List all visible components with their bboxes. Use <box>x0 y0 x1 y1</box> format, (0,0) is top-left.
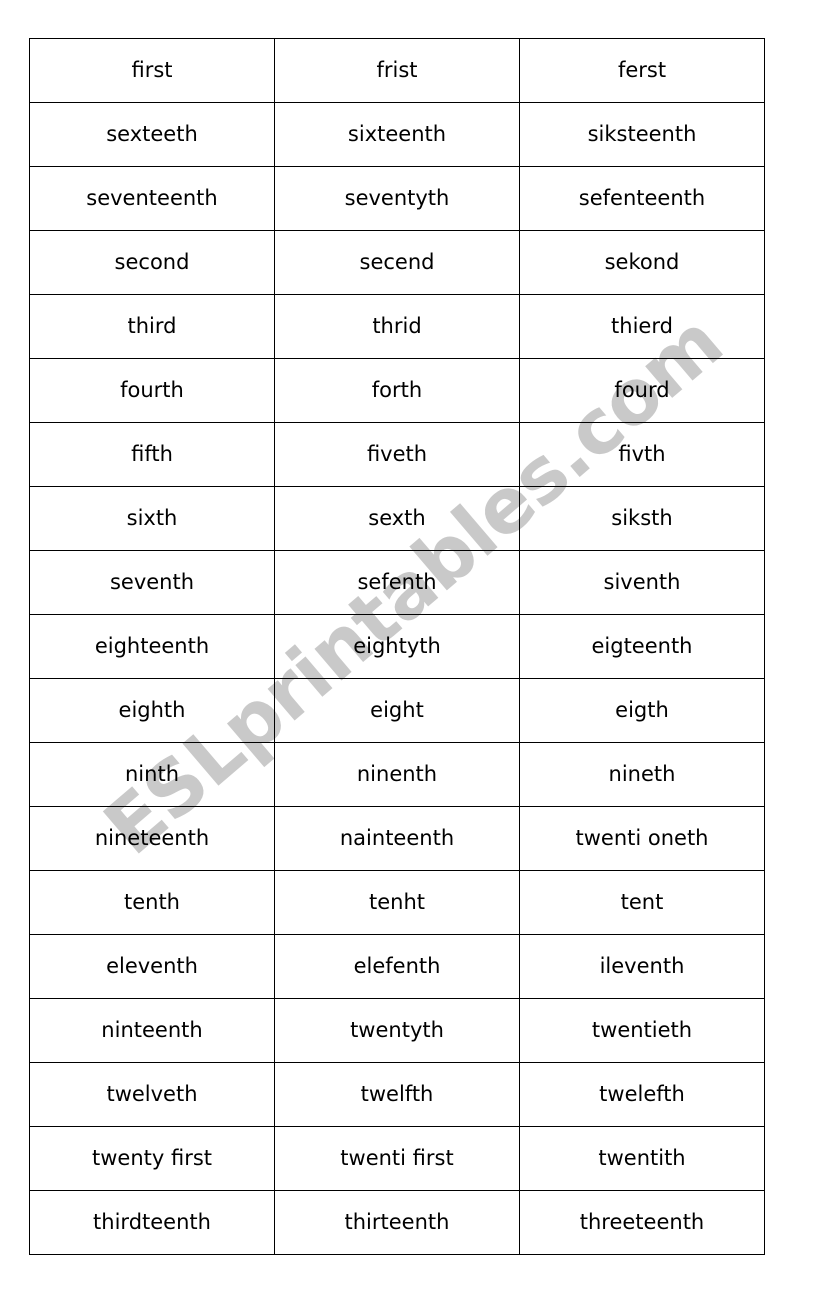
word-cell[interactable]: eleventh <box>29 934 275 999</box>
table-row: seventeenth seventyth sefenteenth <box>29 166 765 231</box>
word-cell[interactable]: tenht <box>274 870 520 935</box>
word-cell[interactable]: twenti first <box>274 1126 520 1191</box>
table-row: twelveth twelfth twelefth <box>29 1062 765 1127</box>
ordinal-words-table-wrapper: first frist ferst sexteeth sixteenth sik… <box>29 38 765 1255</box>
word-cell[interactable]: nainteenth <box>274 806 520 871</box>
word-cell[interactable]: twelveth <box>29 1062 275 1127</box>
word-cell[interactable]: twentith <box>519 1126 765 1191</box>
table-row: fifth fiveth fivth <box>29 422 765 487</box>
word-cell[interactable]: ninth <box>29 742 275 807</box>
table-row: twenty first twenti first twentith <box>29 1126 765 1191</box>
word-cell[interactable]: eight <box>274 678 520 743</box>
word-cell[interactable]: eigth <box>519 678 765 743</box>
word-cell[interactable]: secend <box>274 230 520 295</box>
word-cell[interactable]: thirdteenth <box>29 1190 275 1255</box>
word-cell[interactable]: twelefth <box>519 1062 765 1127</box>
word-cell[interactable]: eighth <box>29 678 275 743</box>
table-body: first frist ferst sexteeth sixteenth sik… <box>29 38 765 1255</box>
word-cell[interactable]: siksteenth <box>519 102 765 167</box>
table-row: ninteenth twentyth twentieth <box>29 998 765 1063</box>
word-cell[interactable]: seventyth <box>274 166 520 231</box>
word-cell[interactable]: sixth <box>29 486 275 551</box>
table-row: tenth tenht tent <box>29 870 765 935</box>
word-cell[interactable]: fivth <box>519 422 765 487</box>
word-cell[interactable]: thrid <box>274 294 520 359</box>
word-cell[interactable]: fourth <box>29 358 275 423</box>
word-cell[interactable]: thierd <box>519 294 765 359</box>
table-row: eighteenth eightyth eigteenth <box>29 614 765 679</box>
table-row: sexteeth sixteenth siksteenth <box>29 102 765 167</box>
table-row: nineteenth nainteenth twenti oneth <box>29 806 765 871</box>
word-cell[interactable]: sefenth <box>274 550 520 615</box>
word-cell[interactable]: sexth <box>274 486 520 551</box>
word-cell[interactable]: twenty first <box>29 1126 275 1191</box>
table-row: third thrid thierd <box>29 294 765 359</box>
word-cell[interactable]: eighteenth <box>29 614 275 679</box>
word-cell[interactable]: twelfth <box>274 1062 520 1127</box>
word-cell[interactable]: twentyth <box>274 998 520 1063</box>
word-cell[interactable]: ileventh <box>519 934 765 999</box>
word-cell[interactable]: third <box>29 294 275 359</box>
table-row: sixth sexth siksth <box>29 486 765 551</box>
word-cell[interactable]: siksth <box>519 486 765 551</box>
table-row: eighth eight eigth <box>29 678 765 743</box>
word-cell[interactable]: thirteenth <box>274 1190 520 1255</box>
worksheet-page: ESLprintables.com first frist ferst sext… <box>0 0 826 1299</box>
word-cell[interactable]: fourd <box>519 358 765 423</box>
word-cell[interactable]: nineteenth <box>29 806 275 871</box>
table-row: thirdteenth thirteenth threeteenth <box>29 1190 765 1255</box>
word-cell[interactable]: sekond <box>519 230 765 295</box>
word-cell[interactable]: nineth <box>519 742 765 807</box>
word-cell[interactable]: tenth <box>29 870 275 935</box>
word-cell[interactable]: ninenth <box>274 742 520 807</box>
word-cell[interactable]: sefenteenth <box>519 166 765 231</box>
word-cell[interactable]: sexteeth <box>29 102 275 167</box>
word-cell[interactable]: fifth <box>29 422 275 487</box>
word-cell[interactable]: seventh <box>29 550 275 615</box>
table-row: eleventh elefenth ileventh <box>29 934 765 999</box>
word-cell[interactable]: eightyth <box>274 614 520 679</box>
word-cell[interactable]: first <box>29 38 275 103</box>
word-cell[interactable]: threeteenth <box>519 1190 765 1255</box>
word-cell[interactable]: eigteenth <box>519 614 765 679</box>
word-cell[interactable]: twenti oneth <box>519 806 765 871</box>
table-row: seventh sefenth siventh <box>29 550 765 615</box>
word-cell[interactable]: frist <box>274 38 520 103</box>
word-cell[interactable]: seventeenth <box>29 166 275 231</box>
word-cell[interactable]: ferst <box>519 38 765 103</box>
ordinal-words-table: first frist ferst sexteeth sixteenth sik… <box>29 38 765 1255</box>
word-cell[interactable]: twentieth <box>519 998 765 1063</box>
table-row: fourth forth fourd <box>29 358 765 423</box>
word-cell[interactable]: tent <box>519 870 765 935</box>
table-row: first frist ferst <box>29 38 765 103</box>
word-cell[interactable]: second <box>29 230 275 295</box>
word-cell[interactable]: elefenth <box>274 934 520 999</box>
table-row: second secend sekond <box>29 230 765 295</box>
word-cell[interactable]: fiveth <box>274 422 520 487</box>
word-cell[interactable]: sixteenth <box>274 102 520 167</box>
word-cell[interactable]: ninteenth <box>29 998 275 1063</box>
table-row: ninth ninenth nineth <box>29 742 765 807</box>
word-cell[interactable]: forth <box>274 358 520 423</box>
word-cell[interactable]: siventh <box>519 550 765 615</box>
